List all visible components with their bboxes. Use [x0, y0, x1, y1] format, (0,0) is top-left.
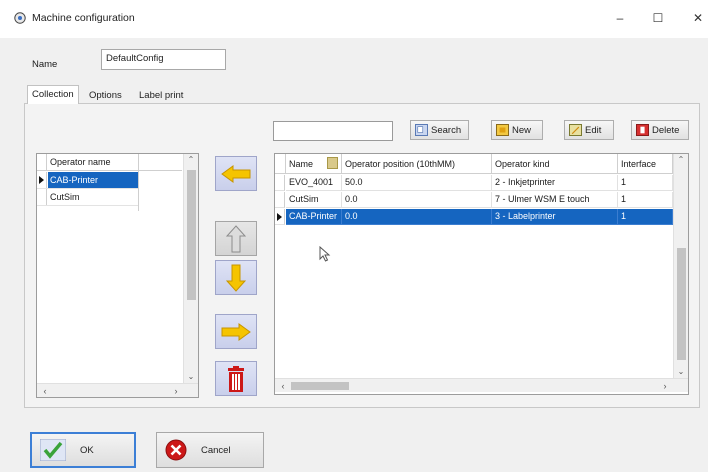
search-icon: [415, 124, 428, 136]
maximize-button[interactable]: ☐: [650, 10, 666, 26]
column-chooser-icon[interactable]: [327, 157, 338, 169]
grid-vertical-scrollbar[interactable]: ⌃ ⌄: [673, 154, 688, 378]
move-right-button[interactable]: [215, 314, 257, 349]
edit-button-label: Edit: [585, 124, 602, 136]
grid-horizontal-scrollbar[interactable]: ‹ ›: [275, 378, 688, 392]
column-header-kind[interactable]: Operator kind: [492, 154, 618, 174]
operator-list[interactable]: Operator name CAB-Printer CutSim ⌃ ⌄ ‹ ›: [36, 153, 199, 398]
scroll-thumb[interactable]: [677, 248, 686, 360]
scroll-up-icon[interactable]: ⌃: [184, 154, 198, 166]
tab-collection[interactable]: Collection: [27, 85, 79, 104]
scroll-left-icon[interactable]: ‹: [39, 384, 51, 398]
cell-interface[interactable]: 1: [618, 175, 673, 191]
cancel-button[interactable]: Cancel: [156, 432, 264, 468]
scroll-thumb[interactable]: [187, 170, 196, 300]
scroll-right-icon[interactable]: ›: [659, 379, 671, 393]
new-icon: [496, 124, 509, 136]
column-header-interface[interactable]: Interface: [618, 154, 673, 174]
operator-name-column-header: Operator name: [50, 157, 111, 167]
cell-name[interactable]: EVO_4001: [286, 175, 342, 191]
ok-button-label: OK: [80, 444, 94, 456]
name-label: Name: [32, 59, 58, 70]
cell-kind[interactable]: 3 - Labelprinter: [492, 209, 618, 225]
scroll-down-icon[interactable]: ⌄: [184, 371, 198, 383]
row-pointer-icon: [39, 176, 44, 184]
scroll-right-icon[interactable]: ›: [170, 384, 182, 398]
config-name-input[interactable]: DefaultConfig: [101, 49, 226, 70]
minimize-button[interactable]: –: [612, 10, 628, 26]
delete-button-label: Delete: [652, 124, 680, 136]
new-button-label: New: [512, 124, 532, 136]
search-input[interactable]: [273, 121, 393, 141]
table-row-selected[interactable]: CAB-Printer 0.0 3 - Labelprinter 1: [275, 209, 673, 225]
cancel-button-label: Cancel: [201, 444, 231, 456]
trash-icon: [228, 365, 244, 392]
arrow-left-icon: [221, 164, 251, 183]
tab-label-print[interactable]: Label print: [135, 87, 187, 104]
ok-button[interactable]: OK: [30, 432, 136, 468]
column-header-name-label: Name: [289, 159, 314, 169]
cell-interface[interactable]: 1: [618, 192, 673, 208]
row-pointer-icon: [277, 213, 282, 221]
operator-list-horizontal-scrollbar[interactable]: ‹ ›: [37, 383, 198, 397]
search-button-label: Search: [431, 124, 462, 136]
grid-corner: [275, 154, 286, 174]
scroll-up-icon[interactable]: ⌃: [674, 154, 688, 166]
move-up-button[interactable]: [215, 221, 257, 256]
table-row[interactable]: EVO_4001 50.0 2 - Inkjetprinter 1: [275, 175, 673, 191]
edit-icon: [569, 124, 582, 136]
operator-name: CutSim: [50, 192, 80, 202]
move-left-button[interactable]: [215, 156, 257, 191]
arrow-down-icon: [226, 264, 246, 292]
list-item[interactable]: CAB-Printer: [37, 172, 138, 189]
arrow-right-icon: [221, 322, 251, 341]
remove-button[interactable]: [215, 361, 257, 396]
operator-grid[interactable]: Name Operator position (10thMM) Operator…: [274, 153, 689, 395]
tab-options[interactable]: Options: [85, 87, 126, 104]
delete-button[interactable]: Delete: [631, 120, 689, 140]
arrow-up-icon: [226, 224, 246, 252]
operator-list-vertical-scrollbar[interactable]: ⌃ ⌄: [183, 154, 198, 383]
operator-list-header: Operator name: [37, 154, 182, 211]
edit-button[interactable]: Edit: [564, 120, 614, 140]
scroll-left-icon[interactable]: ‹: [277, 379, 289, 393]
trash-icon: [636, 124, 649, 136]
checkmark-icon: [40, 439, 66, 461]
new-button[interactable]: New: [491, 120, 543, 140]
cancel-icon: [165, 439, 187, 461]
list-item[interactable]: CutSim: [37, 189, 138, 206]
cell-kind[interactable]: 7 - Ulmer WSM E touch: [492, 192, 618, 208]
move-down-button[interactable]: [215, 260, 257, 295]
scroll-down-icon[interactable]: ⌄: [674, 366, 688, 378]
cell-name[interactable]: CAB-Printer: [286, 209, 342, 225]
column-header-position[interactable]: Operator position (10thMM): [342, 154, 492, 174]
table-row[interactable]: CutSim 0.0 7 - Ulmer WSM E touch 1: [275, 192, 673, 208]
cell-position[interactable]: 50.0: [342, 175, 492, 191]
mouse-cursor-icon: [319, 246, 331, 262]
cell-interface[interactable]: 1: [618, 209, 673, 225]
app-icon: [14, 12, 26, 24]
close-button[interactable]: ✕: [690, 10, 706, 26]
column-header-name[interactable]: Name: [286, 154, 342, 174]
cell-position[interactable]: 0.0: [342, 209, 492, 225]
scroll-thumb[interactable]: [291, 382, 349, 390]
operator-name: CAB-Printer: [50, 175, 99, 185]
cell-kind[interactable]: 2 - Inkjetprinter: [492, 175, 618, 191]
window-title: Machine configuration: [32, 12, 135, 24]
cell-name[interactable]: CutSim: [286, 192, 342, 208]
cell-position[interactable]: 0.0: [342, 192, 492, 208]
search-button[interactable]: Search: [410, 120, 469, 140]
